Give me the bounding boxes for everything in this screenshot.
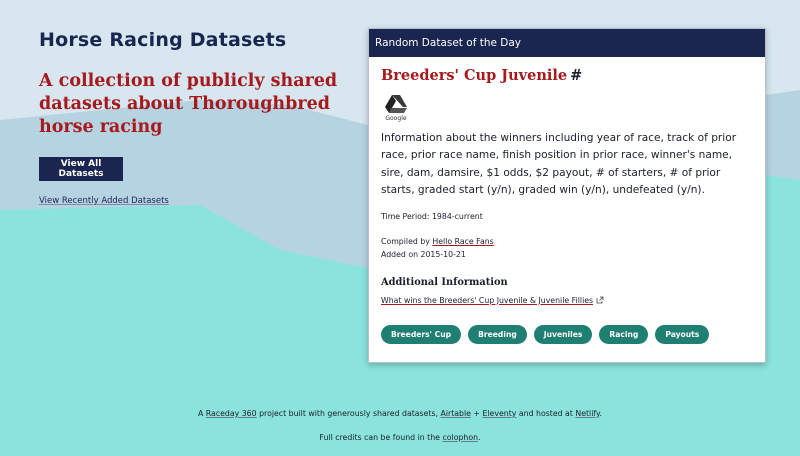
- footer-credits: A Raceday 360 project built with generou…: [0, 409, 800, 418]
- additional-info-link[interactable]: What wins the Breeders' Cup Juvenile & J…: [381, 296, 604, 305]
- raceday-360-link[interactable]: Raceday 360: [206, 409, 257, 418]
- compiled-info: Compiled by Hello Race Fans Added on 201…: [381, 235, 753, 261]
- view-all-datasets-button[interactable]: View All Datasets: [39, 157, 123, 181]
- tag-breeders-cup[interactable]: Breeders' Cup: [381, 324, 462, 344]
- source-label: Google: [385, 115, 407, 122]
- dataset-description: Information about the winners including …: [381, 132, 737, 197]
- source-badge: Google: [381, 95, 411, 122]
- netlify-link[interactable]: Netlify: [575, 409, 599, 418]
- tag-list: Breeders' Cup Breeding Juveniles Racing …: [381, 324, 753, 344]
- time-period: Time Period: 1984-current: [381, 211, 483, 221]
- external-link-icon: [596, 296, 604, 304]
- footer-text: .: [478, 433, 481, 442]
- dataset-of-the-day-card: Random Dataset of the Day Breeders' Cup …: [368, 28, 766, 363]
- dataset-title-link[interactable]: Breeders' Cup Juvenile: [381, 67, 567, 84]
- added-on: Added on 2015-10-21: [381, 249, 466, 259]
- colophon-link[interactable]: colophon: [442, 433, 478, 442]
- compiled-by-link[interactable]: Hello Race Fans: [432, 237, 493, 246]
- footer-text: and hosted at: [516, 409, 576, 418]
- dataset-title: Breeders' Cup Juvenile #: [381, 66, 753, 86]
- anchor-link[interactable]: #: [570, 67, 582, 84]
- footer-text: Full credits can be found in the: [319, 433, 443, 442]
- additional-info-link-text: What wins the Breeders' Cup Juvenile & J…: [381, 295, 594, 305]
- view-recent-datasets-link[interactable]: View Recently Added Datasets: [39, 196, 169, 206]
- tag-racing[interactable]: Racing: [599, 324, 649, 344]
- footer-text: .: [599, 409, 602, 418]
- tag-juveniles[interactable]: Juveniles: [533, 324, 593, 344]
- footer-colophon: Full credits can be found in the colopho…: [0, 433, 800, 442]
- footer-text: A: [197, 409, 206, 418]
- footer-text: project built with generously shared dat…: [256, 409, 441, 418]
- card-header-label: Random Dataset of the Day: [375, 37, 522, 49]
- google-drive-icon: [385, 95, 407, 113]
- site-tagline: A collection of publicly shared datasets…: [39, 71, 338, 137]
- site-title[interactable]: Horse Racing Datasets: [39, 29, 286, 51]
- tag-breeding[interactable]: Breeding: [468, 324, 527, 344]
- airtable-link[interactable]: Airtable: [441, 409, 471, 418]
- eleventy-link[interactable]: Eleventy: [482, 409, 516, 418]
- tag-payouts[interactable]: Payouts: [655, 324, 710, 344]
- card-header: Random Dataset of the Day: [369, 29, 765, 57]
- compiled-prefix: Compiled by: [381, 236, 433, 246]
- additional-info-heading: Additional Information: [381, 276, 508, 288]
- footer-text: +: [470, 409, 483, 418]
